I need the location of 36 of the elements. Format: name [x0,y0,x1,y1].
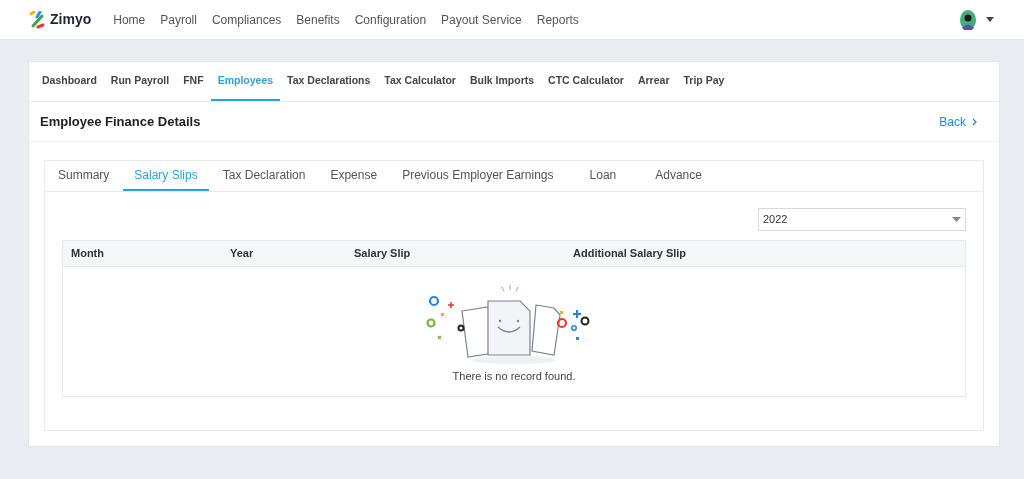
nav-link[interactable]: Payroll [160,10,197,29]
subnav-tab[interactable]: Dashboard [35,62,104,101]
chevron-right-icon [972,117,977,126]
nav-link[interactable]: Compliances [211,10,282,29]
nav-link[interactable]: Reports [536,10,579,29]
back-link[interactable]: Back [939,112,977,131]
column-header: Additional Salary Slip [572,246,688,262]
tab[interactable]: Summary [47,161,121,191]
column-header: Salary Slip [353,246,412,262]
nav-link[interactable]: Home [113,10,146,29]
tab[interactable]: Tax Declaration [211,161,317,191]
avatar-icon[interactable] [960,9,976,30]
empty-message: There is no record found. [452,369,576,384]
subnav-tab[interactable]: Bulk Imports [462,62,542,101]
nav-link[interactable]: Payout Service [441,10,522,29]
subnav-tab[interactable]: Arrear [630,62,677,101]
nav-link[interactable]: Benefits [296,10,340,29]
subnav-tab[interactable]: Tax Calculator [377,62,463,101]
subnav-tab[interactable]: FNF [176,62,211,101]
column-header: Month [70,246,105,262]
subnav-tab[interactable]: Tax Declarations [280,62,378,101]
column-header: Year [229,246,255,262]
page-title: Employee Finance Details [40,112,201,131]
subnav-tab[interactable]: Run Payroll [103,62,177,101]
subnav-tab[interactable]: CTC Calculator [541,62,631,101]
tab[interactable]: Advance [644,161,713,191]
brand-name: Zimyo [50,10,92,29]
subnav-tab[interactable]: Trip Pay [676,62,732,101]
nav-link[interactable]: Configuration [354,10,427,29]
tab[interactable]: Expense [319,161,389,191]
year-select[interactable]: 2022 [758,208,966,231]
logo-icon [28,10,46,29]
caret-icon[interactable] [986,17,994,22]
tab[interactable]: Previous Employer Earnings [391,161,565,191]
tab[interactable]: Loan [578,161,628,191]
caret-icon [952,217,961,222]
